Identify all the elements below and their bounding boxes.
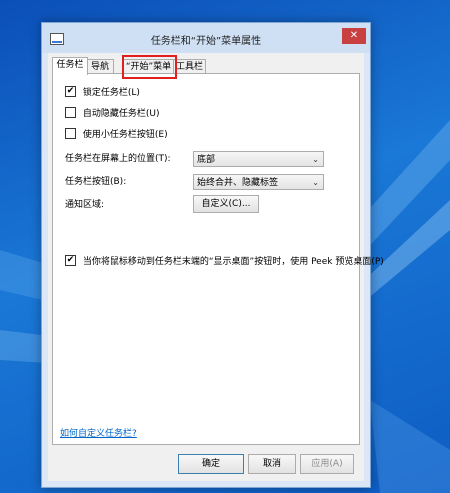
chevron-down-icon: ⌄ (312, 155, 319, 164)
location-select[interactable]: 底部 ⌄ (193, 151, 324, 167)
ok-button[interactable]: 确定 (178, 454, 244, 474)
peek-checkbox[interactable]: ✔ (65, 255, 76, 266)
tab-toolbars[interactable]: 工具栏 (173, 59, 206, 74)
title-bar[interactable]: 任务栏和“开始”菜单属性 ✕ (42, 23, 370, 53)
lock-taskbar-option[interactable]: ✔ 锁定任务栏(L) (65, 86, 140, 100)
close-button[interactable]: ✕ (342, 28, 366, 44)
location-label: 任务栏在屏幕上的位置(T): (65, 154, 171, 164)
auto-hide-option[interactable]: 自动隐藏任务栏(U) (65, 107, 160, 121)
taskbar-tab-panel: ✔ 锁定任务栏(L) 自动隐藏任务栏(U) 使用小任务栏按钮(E) 任务栏在屏幕… (52, 73, 384, 445)
taskbar-properties-dialog: 任务栏和“开始”菜单属性 ✕ 任务栏 导航 “开始”菜单 工具栏 ✔ 锁定任务栏… (41, 22, 384, 488)
taskbar-buttons-select-value: 始终合并、隐藏标签 (197, 178, 279, 188)
small-buttons-checkbox[interactable] (65, 128, 76, 139)
help-customize-taskbar-link[interactable]: 如何自定义任务栏? (60, 428, 137, 440)
auto-hide-label: 自动隐藏任务栏(U) (82, 109, 160, 119)
taskbar-buttons-label: 任务栏按钮(B): (65, 177, 127, 187)
lock-taskbar-checkbox[interactable]: ✔ (65, 86, 76, 97)
taskbar-buttons-select[interactable]: 始终合并、隐藏标签 ⌄ (193, 174, 324, 190)
peek-label: 当你将鼠标移动到任务栏末端的“显示桌面”按钮时，使用 Peek 预览桌面(P) (82, 257, 384, 267)
tab-navigation[interactable]: 导航 (86, 59, 114, 74)
customize-button[interactable]: 自定义(C)... (193, 195, 259, 213)
small-buttons-option[interactable]: 使用小任务栏按钮(E) (65, 128, 168, 142)
location-select-value: 底部 (197, 155, 216, 165)
tab-taskbar[interactable]: 任务栏 (52, 57, 88, 75)
peek-option[interactable]: ✔ 当你将鼠标移动到任务栏末端的“显示桌面”按钮时，使用 Peek 预览桌面(P… (65, 255, 384, 269)
auto-hide-checkbox[interactable] (65, 107, 76, 118)
dialog-client-area: 任务栏 导航 “开始”菜单 工具栏 ✔ 锁定任务栏(L) 自动隐藏任务栏(U) … (48, 53, 384, 481)
small-buttons-label: 使用小任务栏按钮(E) (82, 130, 168, 140)
tab-start-menu[interactable]: “开始”菜单 (122, 59, 175, 74)
window-title: 任务栏和“开始”菜单属性 (150, 36, 262, 47)
notification-area-label: 通知区域: (65, 200, 105, 210)
chevron-down-icon: ⌄ (312, 178, 319, 187)
tab-strip: 任务栏 导航 “开始”菜单 工具栏 (52, 55, 362, 79)
apply-button[interactable]: 应用(A) (300, 454, 354, 474)
lock-taskbar-label: 锁定任务栏(L) (82, 88, 140, 98)
cancel-button[interactable]: 取消 (248, 454, 296, 474)
